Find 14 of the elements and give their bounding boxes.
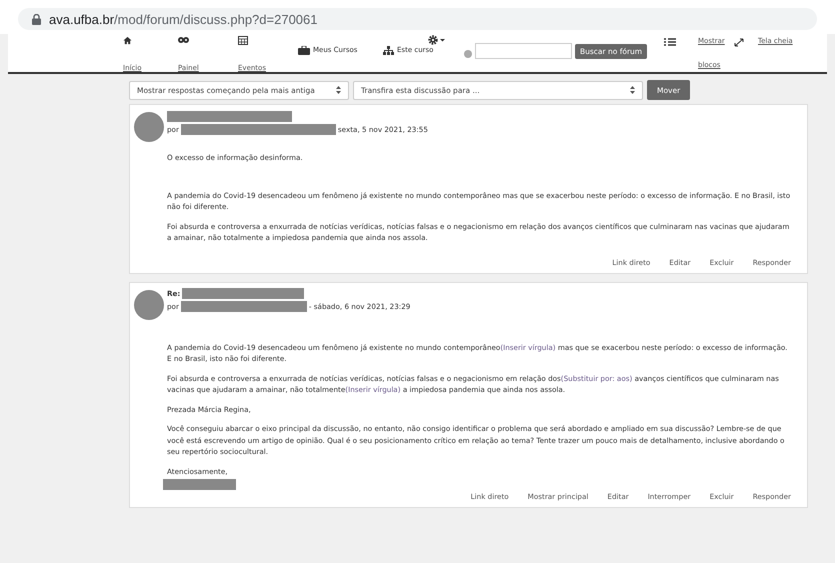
- lock-icon: [32, 14, 41, 24]
- help-icon[interactable]: [464, 50, 472, 58]
- avatar-placeholder: [134, 290, 164, 320]
- search-field[interactable]: [475, 43, 572, 59]
- hierarchy-icon: [383, 46, 394, 54]
- list-icon: [664, 38, 676, 46]
- expand-icon: [734, 38, 744, 47]
- briefcase-icon: [298, 46, 310, 54]
- settings-icon[interactable]: [428, 35, 446, 45]
- address-bar[interactable]: ava.ufba.br/mod/forum/discuss.php?d=270061: [18, 8, 817, 30]
- dropdown-arrows-icon: [630, 86, 635, 94]
- dropdown-arrows-icon: [336, 86, 341, 94]
- url-text: ava.ufba.br/mod/forum/discuss.php?d=270061: [49, 12, 318, 26]
- avatar-placeholder: [134, 112, 164, 142]
